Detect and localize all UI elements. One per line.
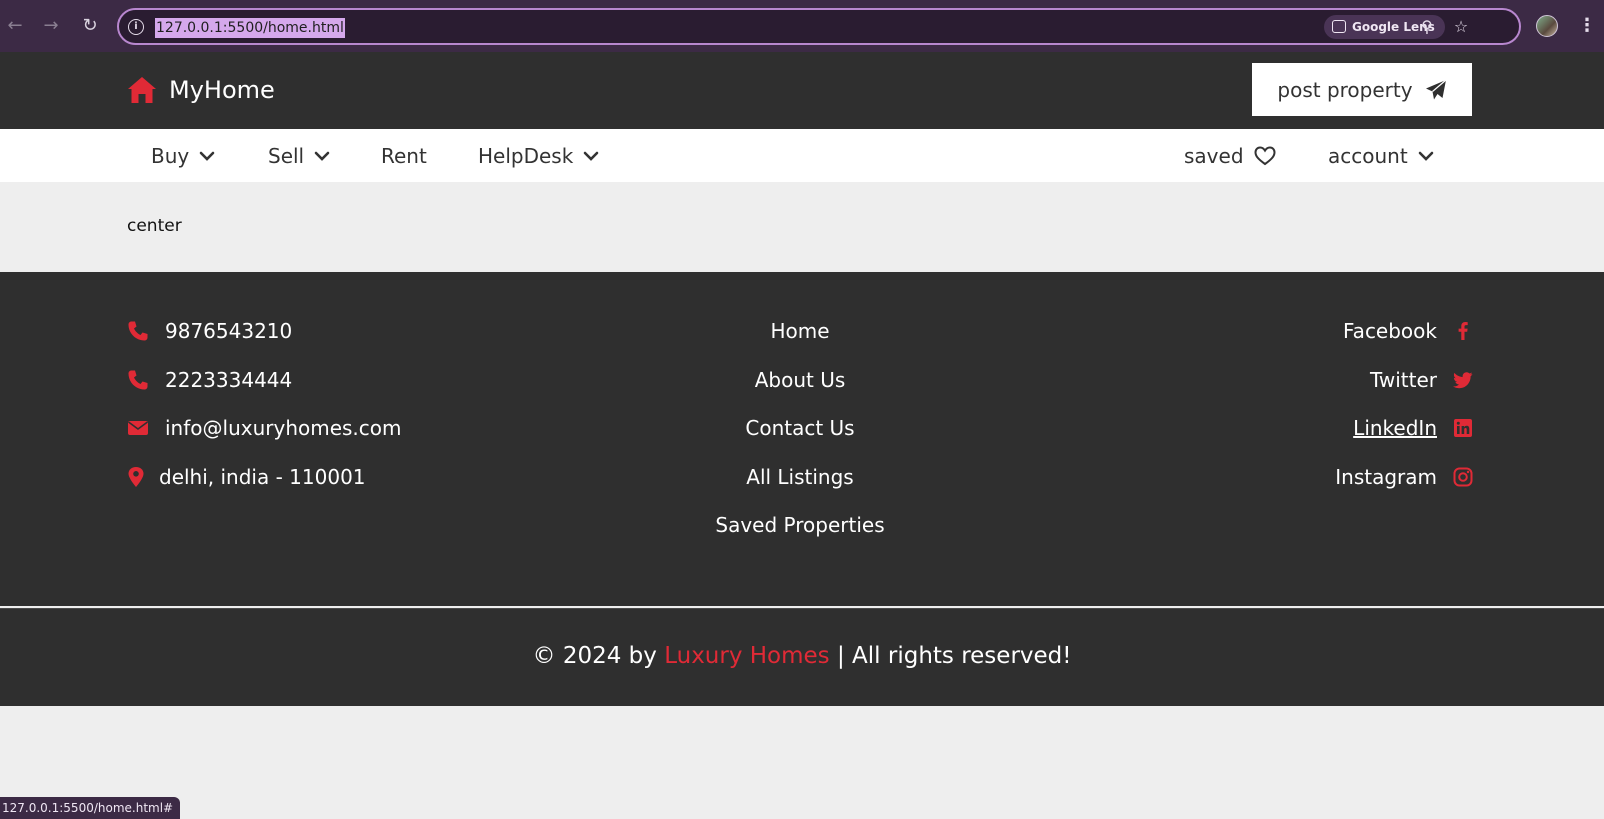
nav-account[interactable]: account <box>1328 129 1434 182</box>
post-property-button[interactable]: post property <box>1252 63 1472 116</box>
contact-address: delhi, india - 110001 <box>127 461 366 493</box>
social-twitter-label: Twitter <box>1369 368 1437 392</box>
twitter-icon <box>1453 372 1473 389</box>
facebook-icon <box>1458 322 1468 340</box>
footer-link-saved-properties[interactable]: Saved Properties <box>600 509 1000 541</box>
chevron-down-icon <box>199 151 215 161</box>
address-bar[interactable]: i 127.0.0.1:5500/home.html Google Lens ⚲… <box>117 8 1521 45</box>
footer-link-contact-us[interactable]: Contact Us <box>600 412 1000 444</box>
chevron-down-icon <box>1418 151 1433 161</box>
site-header: MyHome post property <box>0 52 1604 129</box>
footer-link-all-listings[interactable]: All Listings <box>600 461 1000 493</box>
contact-phone-2: 2223334444 <box>127 364 292 396</box>
profile-avatar[interactable] <box>1536 15 1558 37</box>
lens-icon <box>1332 20 1346 33</box>
contact-phone-2-text: 2223334444 <box>165 368 293 392</box>
home-icon <box>128 77 156 103</box>
nav-buy[interactable]: Buy <box>151 129 215 182</box>
social-facebook[interactable]: Facebook <box>1343 315 1473 347</box>
copyright-text: © 2024 by Luxury Homes | All rights rese… <box>0 643 1604 669</box>
nav-account-label: account <box>1328 143 1408 168</box>
main-navigation: Buy Sell Rent HelpDesk saved account <box>0 129 1604 182</box>
browser-toolbar: ← → ↻ i 127.0.0.1:5500/home.html Google … <box>0 0 1604 52</box>
main-content: center <box>0 182 1604 272</box>
site-footer: 9876543210 2223334444 info@luxuryhomes.c… <box>0 272 1604 606</box>
nav-rent-label: Rent <box>381 143 427 168</box>
browser-status-url: 127.0.0.1:5500/home.html# <box>0 797 181 819</box>
phone-icon <box>128 321 148 341</box>
brand-name: MyHome <box>169 76 275 104</box>
copyright-brand: Luxury Homes <box>664 643 830 669</box>
map-marker-icon <box>128 467 144 487</box>
nav-helpdesk[interactable]: HelpDesk <box>478 129 599 182</box>
social-facebook-label: Facebook <box>1343 319 1437 343</box>
social-twitter[interactable]: Twitter <box>1370 364 1473 396</box>
chevron-down-icon <box>314 151 330 161</box>
paper-plane-icon <box>1425 79 1446 99</box>
footer-link-about-us[interactable]: About Us <box>600 364 1000 396</box>
nav-sell[interactable]: Sell <box>268 129 330 182</box>
social-instagram[interactable]: Instagram <box>1335 461 1473 493</box>
nav-saved[interactable]: saved <box>1184 129 1276 182</box>
footer-link-home[interactable]: Home <box>600 315 1000 347</box>
contact-phone-1: 9876543210 <box>127 315 292 347</box>
zoom-icon[interactable]: ⚲ <box>1415 15 1439 39</box>
bookmark-star-icon[interactable]: ☆ <box>1449 15 1473 39</box>
contact-address-text: delhi, india - 110001 <box>159 465 366 489</box>
forward-arrow-icon[interactable]: → <box>39 14 63 38</box>
footer-bottom-bar: © 2024 by Luxury Homes | All rights rese… <box>0 608 1604 706</box>
contact-email: info@luxuryhomes.com <box>127 412 402 444</box>
chevron-down-icon <box>584 151 599 161</box>
instagram-icon <box>1453 467 1473 487</box>
contact-email-text: info@luxuryhomes.com <box>165 416 402 440</box>
copyright-prefix: © 2024 by <box>532 643 665 669</box>
social-linkedin-label: LinkedIn <box>1353 416 1437 440</box>
nav-saved-label: saved <box>1184 143 1244 168</box>
browser-menu-icon[interactable]: ⋮ <box>1578 14 1596 38</box>
phone-icon <box>128 370 148 390</box>
post-property-label: post property <box>1277 77 1413 102</box>
contact-phone-1-text: 9876543210 <box>165 319 293 343</box>
url-text[interactable]: 127.0.0.1:5500/home.html <box>155 18 345 38</box>
nav-rent[interactable]: Rent <box>381 129 427 182</box>
social-linkedin[interactable]: LinkedIn <box>1353 412 1473 444</box>
nav-buy-label: Buy <box>151 143 190 168</box>
center-text: center <box>127 216 182 236</box>
nav-sell-label: Sell <box>268 143 305 168</box>
brand-logo[interactable]: MyHome <box>127 72 275 108</box>
copyright-suffix: | All rights reserved! <box>829 643 1072 669</box>
back-arrow-icon[interactable]: ← <box>3 14 27 38</box>
envelope-icon <box>128 421 148 435</box>
reload-icon[interactable]: ↻ <box>78 14 102 38</box>
social-instagram-label: Instagram <box>1335 465 1437 489</box>
heart-icon <box>1254 145 1276 165</box>
site-info-icon[interactable]: i <box>128 19 144 35</box>
nav-helpdesk-label: HelpDesk <box>478 143 574 168</box>
linkedin-icon <box>1454 419 1472 437</box>
